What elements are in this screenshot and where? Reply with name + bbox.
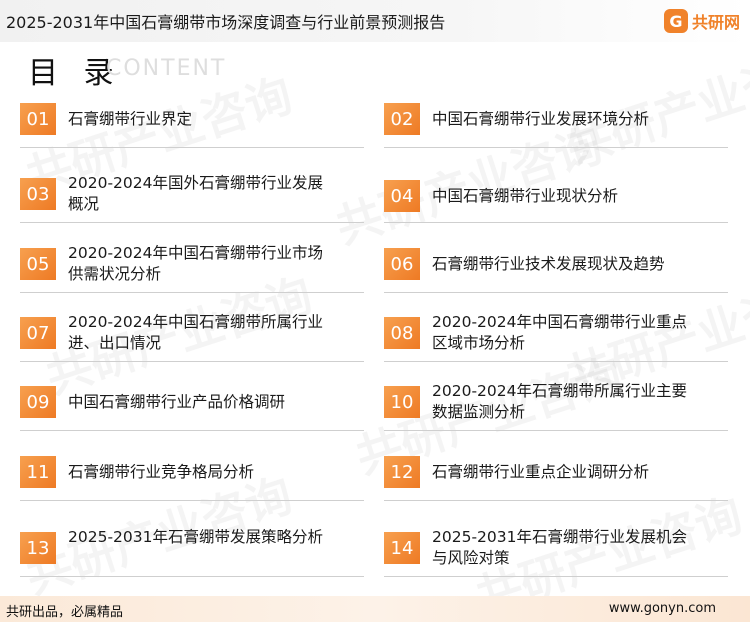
toc-label: 中国石膏绷带行业发展环境分析 [432, 110, 650, 128]
divider [384, 292, 728, 293]
toc-number: 06 [384, 248, 420, 280]
toc-label: 2020-2024年国外石膏绷带行业发展概况 [68, 174, 323, 213]
toc-number: 04 [384, 180, 420, 212]
watermark: 共研产业咨询 [557, 29, 750, 177]
divider [20, 576, 364, 577]
toc-number: 08 [384, 317, 420, 349]
divider [20, 292, 364, 293]
divider [20, 222, 364, 223]
toc-number: 01 [20, 103, 56, 135]
toc-label: 2020-2024年中国石膏绷带行业重点区域市场分析 [432, 313, 687, 352]
toc-label: 石膏绷带行业界定 [68, 110, 193, 128]
toc-label: 中国石膏绷带行业现状分析 [432, 187, 619, 205]
toc-number: 12 [384, 456, 420, 488]
divider [384, 430, 728, 431]
toc-subheading: CONTENT [106, 56, 227, 81]
divider [20, 430, 364, 431]
report-title: 2025-2031年中国石膏绷带市场深度调查与行业前景预测报告 [6, 13, 446, 32]
divider [384, 500, 728, 501]
footer-slogan: 共研出品，必属精品 [6, 605, 124, 620]
divider [384, 576, 728, 577]
toc-number: 09 [20, 386, 56, 418]
divider [384, 147, 728, 148]
toc-number: 13 [20, 532, 56, 564]
toc-label: 2025-2031年石膏绷带发展策略分析 [68, 528, 323, 546]
divider [384, 222, 728, 223]
footer: 共研出品，必属精品 www.gonyn.com [0, 596, 750, 622]
toc-label: 石膏绷带行业竞争格局分析 [68, 463, 255, 481]
toc-number: 14 [384, 532, 420, 564]
toc-number: 05 [20, 248, 56, 280]
toc-number: 07 [20, 317, 56, 349]
toc-number: 02 [384, 103, 420, 135]
watermark: 共研产业咨询 [327, 109, 610, 257]
toc-number: 03 [20, 178, 56, 210]
toc-number: 10 [384, 386, 420, 418]
report-header: 2025-2031年中国石膏绷带市场深度调查与行业前景预测报告 G 共研网 [0, 0, 750, 42]
toc-label: 2020-2024年石膏绷带所属行业主要数据监测分析 [432, 382, 687, 421]
toc-number: 11 [20, 456, 56, 488]
divider [20, 361, 364, 362]
brand-logo: G 共研网 [663, 7, 740, 35]
toc-label: 石膏绷带行业重点企业调研分析 [432, 463, 650, 481]
brand-mark-icon: G [663, 9, 688, 33]
toc-label: 石膏绷带行业技术发展现状及趋势 [432, 255, 665, 273]
divider [20, 500, 364, 501]
toc-label: 2020-2024年中国石膏绷带所属行业进、出口情况 [68, 313, 323, 352]
divider [20, 147, 364, 148]
brand-name: 共研网 [691, 13, 740, 32]
toc-label: 2020-2024年中国石膏绷带行业市场供需状况分析 [68, 244, 323, 283]
divider [384, 361, 728, 362]
footer-url[interactable]: www.gonyn.com [609, 601, 716, 616]
toc-label: 中国石膏绷带行业产品价格调研 [68, 393, 286, 411]
toc-label: 2025-2031年石膏绷带行业发展机会与风险对策 [432, 528, 687, 567]
